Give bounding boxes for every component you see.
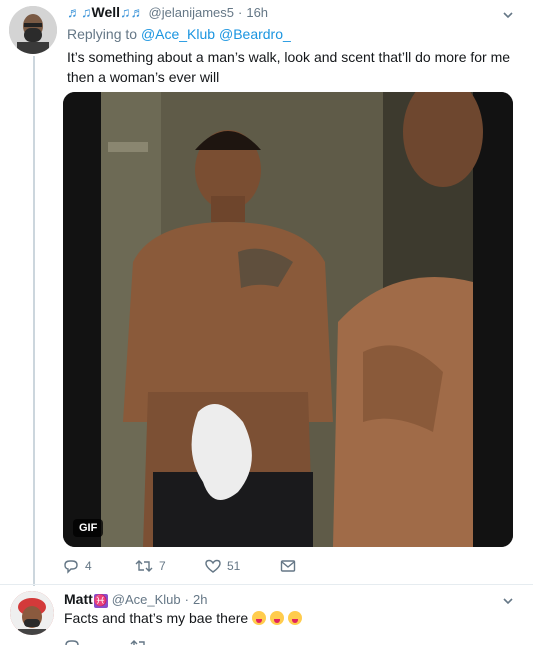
reply-button[interactable]: 4 bbox=[63, 558, 135, 574]
gif-badge: GIF bbox=[73, 519, 104, 537]
tweet-header: Matt ♓ @Ace_Klub · 2h bbox=[64, 591, 207, 609]
replying-prefix: Replying to bbox=[67, 26, 138, 42]
tweet-text: Facts and that’s my bae there bbox=[64, 610, 249, 626]
separator: · bbox=[238, 5, 243, 20]
username[interactable]: @Ace_Klub bbox=[112, 592, 181, 607]
reply-count: 4 bbox=[85, 559, 92, 573]
display-name[interactable]: Well bbox=[92, 4, 121, 20]
replying-to: Replying to @Ace_Klub @Beardro_ bbox=[67, 26, 291, 42]
chevron-down-icon[interactable] bbox=[501, 594, 515, 608]
like-button[interactable]: 51 bbox=[205, 558, 280, 574]
reply-icon bbox=[64, 560, 78, 574]
retweet-icon bbox=[135, 560, 153, 572]
music-notes-left: ♬♫ bbox=[67, 4, 92, 20]
tongue-emoji-icon bbox=[270, 611, 285, 625]
display-name[interactable]: Matt bbox=[64, 591, 93, 607]
tweet-text: It’s something about a man’s walk, look … bbox=[67, 49, 511, 85]
username[interactable]: @jelanijames5 bbox=[149, 5, 234, 20]
avatar-image bbox=[9, 6, 57, 54]
like-count: 51 bbox=[227, 559, 241, 573]
heart-icon bbox=[205, 559, 221, 573]
music-notes-right: ♫♬ bbox=[120, 4, 145, 20]
timestamp[interactable]: 16h bbox=[246, 5, 268, 20]
envelope-icon bbox=[280, 560, 296, 572]
mention-link[interactable]: @Beardro_ bbox=[219, 26, 291, 42]
avatar[interactable] bbox=[9, 6, 57, 54]
tweet-text-row: Facts and that’s my bae there bbox=[64, 609, 303, 627]
avatar[interactable] bbox=[10, 591, 54, 635]
gif-media[interactable]: GIF bbox=[63, 92, 513, 547]
tongue-emoji-icon bbox=[252, 611, 267, 625]
reply-icon[interactable] bbox=[64, 638, 80, 645]
tweet-header: ♬♫ Well ♫♬ @jelanijames5 · 16h bbox=[67, 4, 503, 22]
chevron-down-icon[interactable] bbox=[501, 8, 515, 22]
timestamp[interactable]: 2h bbox=[193, 592, 207, 607]
retweet-button[interactable]: 7 bbox=[135, 558, 205, 574]
avatar-image bbox=[10, 591, 54, 635]
mention-link[interactable]: @Ace_Klub bbox=[141, 26, 215, 42]
dm-button[interactable] bbox=[280, 559, 296, 573]
gif-frame bbox=[63, 92, 513, 547]
tongue-emoji-icon bbox=[288, 611, 303, 625]
pisces-badge: ♓ bbox=[93, 594, 108, 608]
retweet-count: 7 bbox=[159, 559, 166, 573]
retweet-icon[interactable] bbox=[130, 638, 148, 645]
tweet-actions bbox=[64, 638, 148, 645]
separator: · bbox=[184, 592, 189, 607]
tweet-actions: 4 7 51 bbox=[63, 556, 296, 576]
